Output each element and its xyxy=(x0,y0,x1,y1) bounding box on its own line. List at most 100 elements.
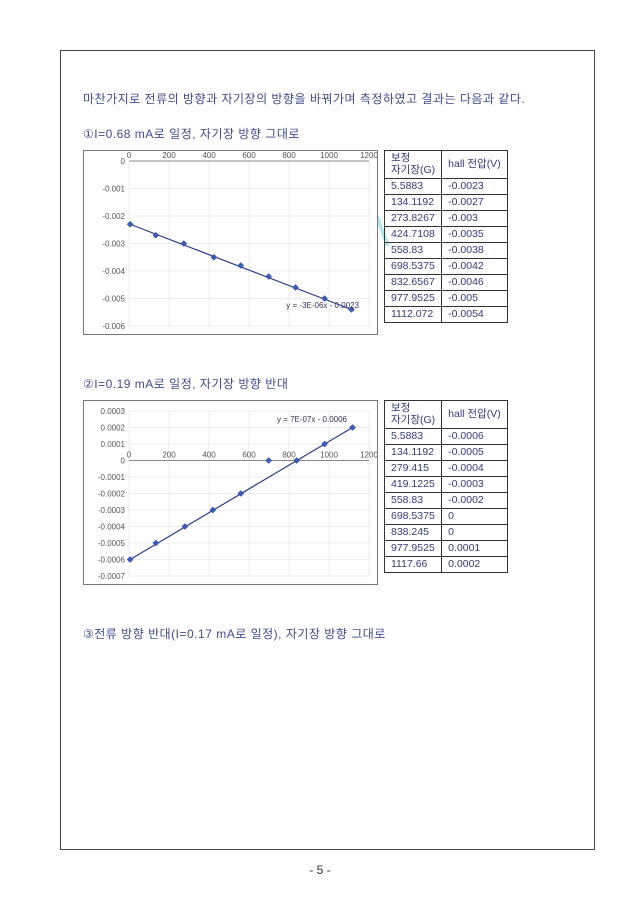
table-header: 보정자기장(G) hall 전압(V) xyxy=(385,400,508,428)
svg-text:1200: 1200 xyxy=(360,151,378,160)
table-row: 5.5883-0.0023 xyxy=(385,178,508,194)
trendline-equation: y = 7E-07x - 0.0006 xyxy=(277,415,347,424)
table-row: 698.53750 xyxy=(385,508,508,524)
cell-v: -0.0042 xyxy=(442,258,508,274)
table-header-g: 보정자기장(G) xyxy=(385,400,442,428)
cell-g: 698.5375 xyxy=(385,258,442,274)
table-row: 424.7108-0.0035 xyxy=(385,226,508,242)
cell-g: 832.6567 xyxy=(385,274,442,290)
table-header-g: 보정자기장(G) xyxy=(385,150,442,178)
svg-text:0: 0 xyxy=(127,450,132,459)
table-header: 보정자기장(G) hall 전압(V) xyxy=(385,150,508,178)
svg-text:600: 600 xyxy=(242,450,256,459)
svg-text:-0.0005: -0.0005 xyxy=(98,539,126,548)
section1-heading-text: I=0.68 mA로 일정, 자기장 방향 그대로 xyxy=(94,127,300,141)
cell-g: 558.83 xyxy=(385,242,442,258)
cell-v: 0 xyxy=(442,508,508,524)
svg-text:200: 200 xyxy=(162,450,176,459)
page-frame: 마찬가지로 전류의 방향과 자기장의 방향을 바꿔가며 측정하였고 결과는 다음… xyxy=(60,50,595,850)
cell-g: 5.5883 xyxy=(385,178,442,194)
svg-text:-0.004: -0.004 xyxy=(102,267,125,276)
cell-g: 838.245 xyxy=(385,524,442,540)
cell-v: -0.0006 xyxy=(442,428,508,444)
chart-1: 0200400600800100012000-0.001-0.002-0.003… xyxy=(83,150,378,335)
table-2: 보정자기장(G) hall 전압(V) 5.5883-0.0006134.119… xyxy=(384,400,508,573)
table-row: 698.5375-0.0042 xyxy=(385,258,508,274)
section3-heading-text: 전류 방향 반대(I=0.17 mA로 일정), 자기장 방향 그대로 xyxy=(94,627,386,641)
cell-v: 0.0002 xyxy=(442,556,508,572)
cell-g: 134.1192 xyxy=(385,444,442,460)
table-row: 134.1192-0.0027 xyxy=(385,194,508,210)
section1-heading: ①I=0.68 mA로 일정, 자기장 방향 그대로 xyxy=(83,125,572,142)
svg-text:-0.002: -0.002 xyxy=(102,212,125,221)
cell-g: 134.1192 xyxy=(385,194,442,210)
svg-text:-0.0006: -0.0006 xyxy=(98,555,126,564)
svg-text:400: 400 xyxy=(202,151,216,160)
section2-block: 0200400600800100012000.00030.00020.00010… xyxy=(83,400,572,585)
table-row: 977.95250.0001 xyxy=(385,540,508,556)
cell-g: 273.8267 xyxy=(385,210,442,226)
svg-text:800: 800 xyxy=(282,450,296,459)
svg-text:0: 0 xyxy=(121,157,126,166)
table-row: 419.1225-0.0003 xyxy=(385,476,508,492)
cell-g: 279.415 xyxy=(385,460,442,476)
cell-v: -0.0046 xyxy=(442,274,508,290)
svg-text:0: 0 xyxy=(127,151,132,160)
table-row: 1112.072-0.0054 xyxy=(385,306,508,322)
table-row: 273.8267-0.003 xyxy=(385,210,508,226)
cell-g: 698.5375 xyxy=(385,508,442,524)
svg-text:-0.0004: -0.0004 xyxy=(98,522,126,531)
svg-text:1000: 1000 xyxy=(320,450,338,459)
cell-v: -0.0005 xyxy=(442,444,508,460)
table-row: 977.9525-0.005 xyxy=(385,290,508,306)
cell-v: -0.0002 xyxy=(442,492,508,508)
cell-v: -0.003 xyxy=(442,210,508,226)
section3-heading: ③전류 방향 반대(I=0.17 mA로 일정), 자기장 방향 그대로 xyxy=(83,625,572,642)
cell-g: 5.5883 xyxy=(385,428,442,444)
cell-g: 1117.66 xyxy=(385,556,442,572)
svg-text:0.0003: 0.0003 xyxy=(101,407,126,416)
svg-text:800: 800 xyxy=(282,151,296,160)
svg-text:1200: 1200 xyxy=(360,450,378,459)
svg-text:-0.0001: -0.0001 xyxy=(98,473,126,482)
cell-g: 424.7108 xyxy=(385,226,442,242)
cell-v: -0.0038 xyxy=(442,242,508,258)
cell-g: 1112.072 xyxy=(385,306,442,322)
circled-1-icon: ① xyxy=(83,127,94,141)
table-row: 832.6567-0.0046 xyxy=(385,274,508,290)
cell-v: 0.0001 xyxy=(442,540,508,556)
cell-g: 558.83 xyxy=(385,492,442,508)
cell-v: -0.0027 xyxy=(442,194,508,210)
svg-text:0.0001: 0.0001 xyxy=(101,440,126,449)
cell-v: -0.0054 xyxy=(442,306,508,322)
svg-text:-0.006: -0.006 xyxy=(102,322,125,331)
chart-2: 0200400600800100012000.00030.00020.00010… xyxy=(83,400,378,585)
table-row: 1117.660.0002 xyxy=(385,556,508,572)
table-row: 279.415-0.0004 xyxy=(385,460,508,476)
cell-v: -0.005 xyxy=(442,290,508,306)
svg-text:-0.0002: -0.0002 xyxy=(98,489,126,498)
circled-2-icon: ② xyxy=(83,377,94,391)
svg-text:-0.0003: -0.0003 xyxy=(98,506,126,515)
cell-g: 419.1225 xyxy=(385,476,442,492)
cell-g: 977.9525 xyxy=(385,540,442,556)
cell-v: 0 xyxy=(442,524,508,540)
section2-heading-text: I=0.19 mA로 일정, 자기장 방향 반대 xyxy=(94,377,288,391)
svg-text:200: 200 xyxy=(162,151,176,160)
svg-text:0: 0 xyxy=(121,456,126,465)
table-row: 134.1192-0.0005 xyxy=(385,444,508,460)
cell-v: -0.0004 xyxy=(442,460,508,476)
table-row: 5.5883-0.0006 xyxy=(385,428,508,444)
intro-paragraph: 마찬가지로 전류의 방향과 자기장의 방향을 바꿔가며 측정하였고 결과는 다음… xyxy=(83,88,572,111)
cell-v: -0.0003 xyxy=(442,476,508,492)
table-header-v: hall 전압(V) xyxy=(442,150,508,178)
cell-v: -0.0035 xyxy=(442,226,508,242)
svg-text:1000: 1000 xyxy=(320,151,338,160)
svg-text:-0.0007: -0.0007 xyxy=(98,572,126,581)
table-row: 558.83-0.0038 xyxy=(385,242,508,258)
cell-g: 977.9525 xyxy=(385,290,442,306)
svg-text:-0.001: -0.001 xyxy=(102,184,125,193)
table-row: 558.83-0.0002 xyxy=(385,492,508,508)
section1-block: 0200400600800100012000-0.001-0.002-0.003… xyxy=(83,150,572,335)
circled-3-icon: ③ xyxy=(83,627,94,641)
